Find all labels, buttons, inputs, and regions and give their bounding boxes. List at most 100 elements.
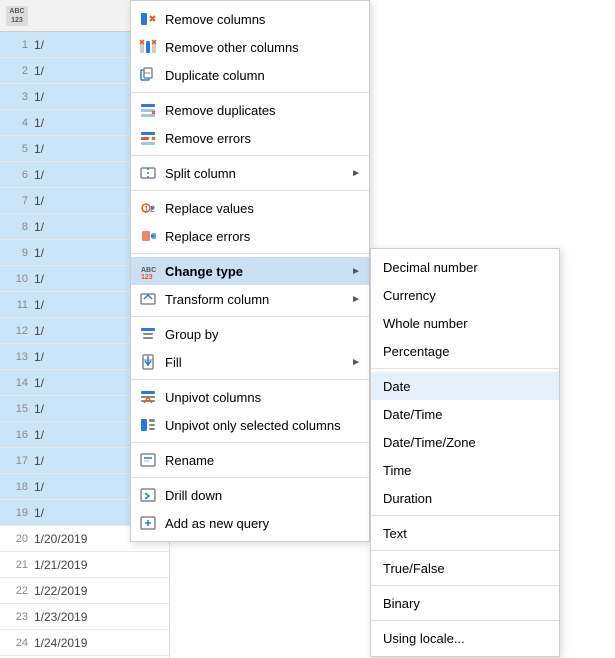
submenu-separator (371, 620, 559, 621)
menu-item-remove-columns[interactable]: Remove columns (131, 5, 369, 33)
menu-item-replace-errors[interactable]: Replace errors (131, 222, 369, 250)
menu-item-remove-other-columns[interactable]: Remove other columns (131, 33, 369, 61)
row-number: 11 (10, 299, 28, 311)
submenu-arrow: ► (351, 266, 361, 277)
menu-item-label: Drill down (165, 488, 361, 503)
duplicate-icon (139, 66, 157, 84)
submenu-item-label: Percentage (383, 344, 450, 359)
cell-value: 1/ (34, 272, 44, 286)
submenu-item-using-locale[interactable]: Using locale... (371, 624, 559, 652)
submenu-arrow: ► (351, 168, 361, 179)
submenu-item-true-false[interactable]: True/False (371, 554, 559, 582)
submenu-item-label: Currency (383, 288, 436, 303)
submenu-item-label: Decimal number (383, 260, 478, 275)
submenu-item-date[interactable]: Date (371, 372, 559, 400)
submenu-item-label: Text (383, 526, 407, 541)
row-number: 23 (10, 611, 28, 623)
menu-item-remove-duplicates[interactable]: Remove duplicates (131, 96, 369, 124)
menu-item-unpivot-columns[interactable]: Unpivot columns (131, 383, 369, 411)
replace-val-icon: 12 (139, 199, 157, 217)
column-type-icon: ABC123 (6, 6, 28, 26)
menu-item-replace-values[interactable]: 12 Replace values (131, 194, 369, 222)
menu-item-label: Remove columns (165, 12, 361, 27)
menu-item-split-column[interactable]: Split column ► (131, 159, 369, 187)
submenu-item-binary[interactable]: Binary (371, 589, 559, 617)
table-row: 211/21/2019 (0, 552, 169, 578)
submenu-item-date-time-zone[interactable]: Date/Time/Zone (371, 428, 559, 456)
row-number: 12 (10, 325, 28, 337)
row-number: 5 (10, 143, 28, 155)
submenu-separator (371, 368, 559, 369)
cell-value: 1/ (34, 116, 44, 130)
row-number: 4 (10, 117, 28, 129)
cell-value: 1/ (34, 506, 44, 520)
cell-value: 1/ (34, 454, 44, 468)
menu-separator (131, 316, 369, 317)
fill-icon (139, 353, 157, 371)
row-number: 3 (10, 91, 28, 103)
submenu-item-label: True/False (383, 561, 445, 576)
menu-separator (131, 190, 369, 191)
menu-separator (131, 442, 369, 443)
submenu-item-decimal-number[interactable]: Decimal number (371, 253, 559, 281)
menu-item-label: Remove errors (165, 131, 361, 146)
row-number: 18 (10, 481, 28, 493)
menu-item-transform-column[interactable]: Transform column ► (131, 285, 369, 313)
drill-icon (139, 486, 157, 504)
submenu-item-label: Binary (383, 596, 420, 611)
submenu-item-label: Date/Time/Zone (383, 435, 476, 450)
menu-item-fill[interactable]: Fill ► (131, 348, 369, 376)
menu-item-label: Replace errors (165, 229, 361, 244)
replace-err-icon (139, 227, 157, 245)
row-number: 7 (10, 195, 28, 207)
submenu-item-label: Date/Time (383, 407, 442, 422)
submenu-item-label: Whole number (383, 316, 468, 331)
submenu-separator (371, 585, 559, 586)
row-number: 24 (10, 637, 28, 649)
submenu-separator (371, 550, 559, 551)
menu-item-change-type[interactable]: ABC123 Change type ► (131, 257, 369, 285)
menu-item-drill-down[interactable]: Drill down (131, 481, 369, 509)
cell-value: 1/ (34, 480, 44, 494)
submenu-item-currency[interactable]: Currency (371, 281, 559, 309)
submenu-item-whole-number[interactable]: Whole number (371, 309, 559, 337)
submenu-arrow: ► (351, 294, 361, 305)
change-type-submenu: Decimal number Currency Whole number Percen… (370, 248, 560, 657)
cell-value: 1/24/2019 (34, 636, 87, 650)
menu-item-unpivot-selected[interactable]: Unpivot only selected columns (131, 411, 369, 439)
menu-item-label: Add as new query (165, 516, 361, 531)
row-number: 21 (10, 559, 28, 571)
submenu-item-duration[interactable]: Duration (371, 484, 559, 512)
menu-item-label: Remove duplicates (165, 103, 361, 118)
submenu-item-percentage[interactable]: Percentage (371, 337, 559, 365)
cell-value: 1/22/2019 (34, 584, 87, 598)
cell-value: 1/20/2019 (34, 532, 87, 546)
cell-value: 1/ (34, 376, 44, 390)
submenu-arrow: ► (351, 357, 361, 368)
table-row: 231/23/2019 (0, 604, 169, 630)
submenu-item-time[interactable]: Time (371, 456, 559, 484)
menu-item-remove-errors[interactable]: Remove errors (131, 124, 369, 152)
context-menu: Remove columns Remove other columns Dupl… (130, 0, 370, 542)
menu-separator (131, 92, 369, 93)
row-number: 6 (10, 169, 28, 181)
submenu-separator (371, 515, 559, 516)
menu-separator (131, 477, 369, 478)
row-number: 1 (10, 39, 28, 51)
menu-item-group-by[interactable]: Group by (131, 320, 369, 348)
menu-item-add-new-query[interactable]: Add as new query (131, 509, 369, 537)
menu-item-label: Transform column (165, 292, 343, 307)
remove-err-icon (139, 129, 157, 147)
submenu-item-date-time[interactable]: Date/Time (371, 400, 559, 428)
menu-item-duplicate-column[interactable]: Duplicate column (131, 61, 369, 89)
group-icon (139, 325, 157, 343)
submenu-item-text[interactable]: Text (371, 519, 559, 547)
menu-item-rename[interactable]: Rename (131, 446, 369, 474)
submenu-item-label: Using locale... (383, 631, 465, 646)
menu-separator (131, 379, 369, 380)
change-type-icon: ABC123 (139, 262, 157, 280)
row-number: 9 (10, 247, 28, 259)
menu-item-label: Rename (165, 453, 361, 468)
menu-separator (131, 155, 369, 156)
svg-text:123: 123 (141, 274, 153, 280)
